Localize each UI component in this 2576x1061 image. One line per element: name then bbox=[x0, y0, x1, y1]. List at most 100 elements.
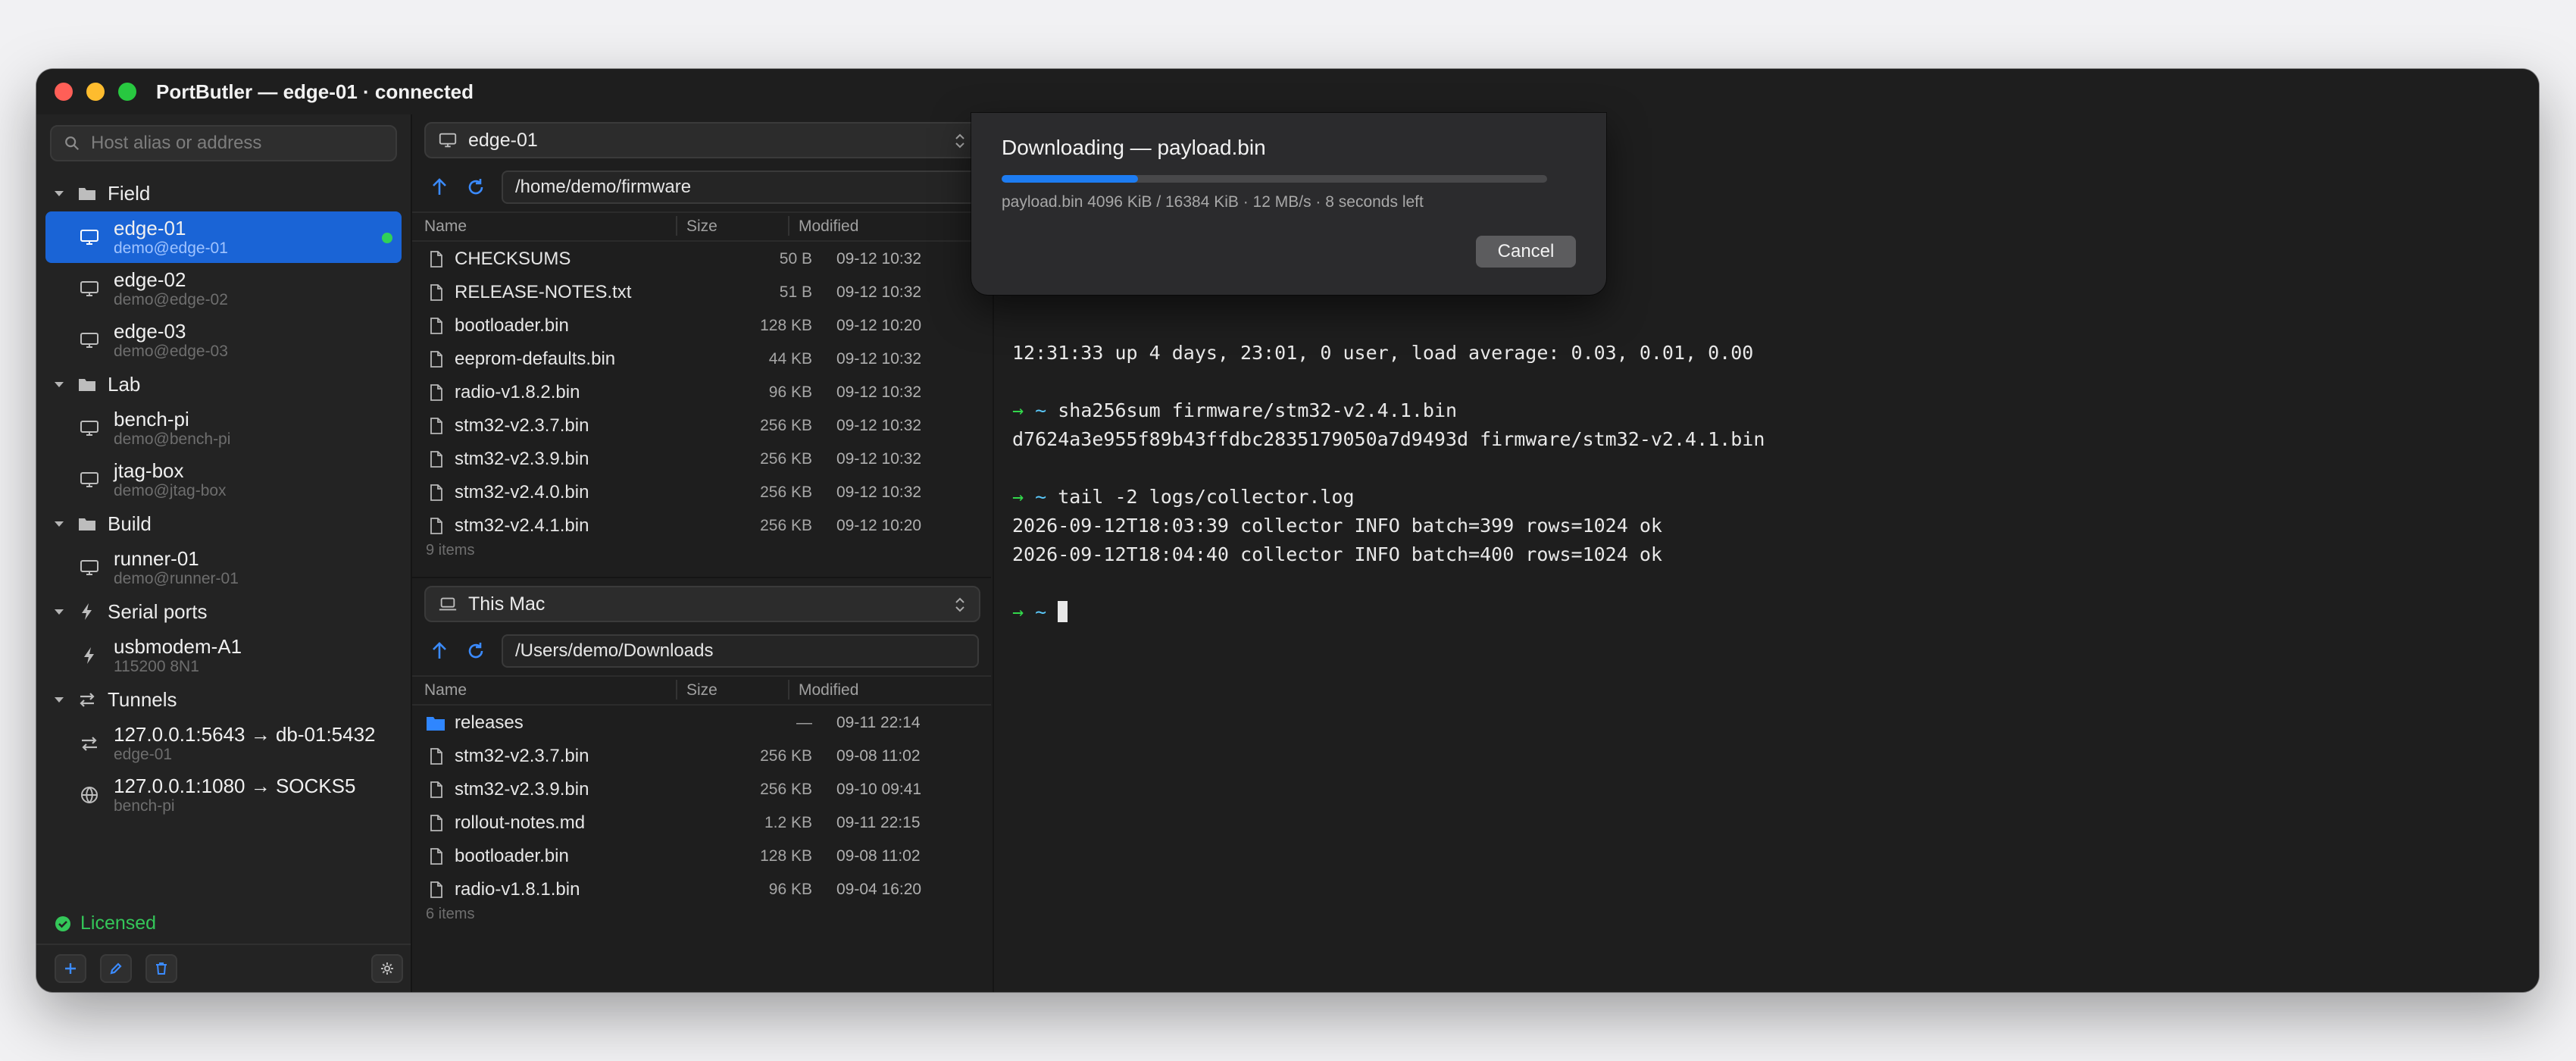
serial-port-name: usbmodem-A1 bbox=[114, 635, 242, 658]
serial-port-settings: 115200 8N1 bbox=[114, 658, 199, 675]
zoom-window-button[interactable] bbox=[118, 83, 136, 101]
chevron-down-icon[interactable] bbox=[52, 692, 67, 707]
item-count: 6 items bbox=[426, 906, 475, 922]
file-row[interactable]: stm32-v2.3.9.bin 256 KB 09-10 09:41 bbox=[412, 772, 991, 806]
host-item-edge-02[interactable]: edge-02 demo@edge-02 bbox=[45, 263, 402, 315]
folder-icon bbox=[79, 379, 95, 391]
search-icon bbox=[65, 136, 80, 151]
column-name[interactable]: Name bbox=[424, 681, 467, 700]
group-field[interactable]: Field bbox=[36, 175, 411, 211]
tunnel-item-socks5[interactable]: 127.0.0.1:1080 → SOCKS5 bench-pi bbox=[45, 769, 402, 821]
file-row[interactable]: bootloader.bin 128 KB 09-12 10:20 bbox=[412, 308, 991, 342]
refresh-icon[interactable] bbox=[465, 640, 486, 662]
file-row[interactable]: stm32-v2.4.0.bin 256 KB 09-12 10:32 bbox=[412, 475, 991, 509]
host-tree: Field edge-01 demo@edge-01 edge-02 demo@… bbox=[36, 175, 411, 821]
column-modified[interactable]: Modified bbox=[799, 681, 858, 700]
tunnel-item-db-01[interactable]: 127.0.0.1:5643 → db-01:5432 edge-01 bbox=[45, 718, 402, 769]
file-size: 256 KB bbox=[760, 417, 812, 434]
arrow-up-icon[interactable] bbox=[429, 177, 450, 198]
group-label: Lab bbox=[108, 372, 141, 396]
host-item-edge-01[interactable]: edge-01 demo@edge-01 bbox=[45, 211, 402, 263]
remote-path-field[interactable]: /home/demo/firmware bbox=[502, 171, 979, 204]
remote-path-bar: /home/demo/firmware bbox=[412, 166, 991, 208]
title-bar: PortButler — edge-01 · connected bbox=[36, 69, 2539, 114]
item-count: 9 items bbox=[426, 542, 475, 559]
file-size: 96 KB bbox=[768, 383, 812, 401]
group-lab[interactable]: Lab bbox=[36, 366, 411, 402]
file-size: 128 KB bbox=[760, 317, 812, 334]
local-host-selector[interactable]: This Mac bbox=[424, 586, 980, 622]
window-title: PortButler — edge-01 · connected bbox=[156, 80, 474, 103]
host-item-edge-03[interactable]: edge-03 demo@edge-03 bbox=[45, 315, 402, 366]
local-path-field[interactable]: /Users/demo/Downloads bbox=[502, 634, 979, 668]
chevron-down-icon[interactable] bbox=[52, 604, 67, 619]
host-item-runner-01[interactable]: runner-01 demo@runner-01 bbox=[45, 542, 402, 593]
file-name: stm32-v2.3.9.bin bbox=[455, 779, 589, 800]
group-serial-ports[interactable]: Serial ports bbox=[36, 593, 411, 630]
file-row[interactable]: bootloader.bin 128 KB 09-08 11:02 bbox=[412, 839, 991, 872]
file-row[interactable]: CHECKSUMS 50 B 09-12 10:32 bbox=[412, 242, 991, 275]
refresh-icon[interactable] bbox=[465, 177, 486, 198]
arrows-swap-icon bbox=[80, 693, 95, 707]
minimize-window-button[interactable] bbox=[86, 83, 105, 101]
terminal-command: sha256sum firmware/stm32-v2.4.1.bin bbox=[1058, 399, 1458, 421]
file-row[interactable]: releases — 09-11 22:14 bbox=[412, 706, 991, 739]
add-host-button[interactable] bbox=[55, 954, 86, 983]
cancel-button[interactable]: Cancel bbox=[1476, 236, 1576, 268]
file-name: stm32-v2.4.1.bin bbox=[455, 515, 589, 536]
host-address: demo@bench-pi bbox=[114, 430, 231, 448]
download-status: payload.bin 4096 KiB / 16384 KiB · 12 MB… bbox=[1002, 193, 1424, 211]
prompt-arrow: → bbox=[1012, 399, 1024, 421]
file-row[interactable]: radio-v1.8.1.bin 96 KB 09-04 16:20 bbox=[412, 872, 991, 906]
search-input[interactable] bbox=[89, 132, 380, 155]
window-controls bbox=[55, 83, 136, 101]
close-window-button[interactable] bbox=[55, 83, 73, 101]
edit-host-button[interactable] bbox=[100, 954, 132, 983]
file-size: — bbox=[796, 714, 812, 731]
host-search[interactable] bbox=[50, 125, 397, 161]
remote-file-list: CHECKSUMS 50 B 09-12 10:32 RELEASE-NOTES.tx… bbox=[412, 242, 991, 542]
arrow-up-icon[interactable] bbox=[429, 640, 450, 662]
column-size[interactable]: Size bbox=[686, 218, 717, 236]
chevron-down-icon[interactable] bbox=[52, 377, 67, 392]
file-name: stm32-v2.3.9.bin bbox=[455, 449, 589, 469]
host-item-jtag-box[interactable]: jtag-box demo@jtag-box bbox=[45, 454, 402, 505]
remote-host-selector[interactable]: edge-01 bbox=[424, 122, 980, 158]
file-icon bbox=[429, 747, 444, 765]
file-modified: 09-12 10:32 bbox=[836, 250, 922, 268]
column-modified[interactable]: Modified bbox=[799, 218, 858, 236]
terminal-line: 2026-09-12T18:03:39 collector INFO batch… bbox=[1012, 515, 1662, 537]
file-icon bbox=[429, 881, 444, 899]
file-modified: 09-12 10:32 bbox=[836, 283, 922, 301]
chevron-down-icon[interactable] bbox=[52, 186, 67, 201]
terminal-prompt-line: → ~ bbox=[1012, 601, 1068, 623]
file-row[interactable]: stm32-v2.3.9.bin 256 KB 09-12 10:32 bbox=[412, 442, 991, 475]
column-size[interactable]: Size bbox=[686, 681, 717, 700]
file-row[interactable]: stm32-v2.3.7.bin 256 KB 09-08 11:02 bbox=[412, 739, 991, 772]
file-name: rollout-notes.md bbox=[455, 812, 586, 833]
serial-item-usbmodem-a1[interactable]: usbmodem-A1 115200 8N1 bbox=[45, 630, 402, 681]
settings-button[interactable] bbox=[371, 954, 403, 983]
file-icon bbox=[429, 383, 444, 402]
file-row[interactable]: RELEASE-NOTES.txt 51 B 09-12 10:32 bbox=[412, 275, 991, 308]
file-row[interactable]: stm32-v2.4.1.bin 256 KB 09-12 10:20 bbox=[412, 509, 991, 542]
file-name: stm32-v2.4.0.bin bbox=[455, 482, 589, 502]
host-item-bench-pi[interactable]: bench-pi demo@bench-pi bbox=[45, 402, 402, 454]
prompt-arrow: → bbox=[1012, 486, 1024, 508]
tunnel-via: edge-01 bbox=[114, 746, 173, 763]
delete-host-button[interactable] bbox=[145, 954, 177, 983]
chevron-down-icon[interactable] bbox=[52, 516, 67, 531]
group-build[interactable]: Build bbox=[36, 505, 411, 542]
column-name[interactable]: Name bbox=[424, 218, 467, 236]
license-label: Licensed bbox=[80, 912, 157, 934]
pencil-icon bbox=[110, 962, 122, 975]
file-row[interactable]: stm32-v2.3.7.bin 256 KB 09-12 10:32 bbox=[412, 408, 991, 442]
group-tunnels[interactable]: Tunnels bbox=[36, 681, 411, 718]
host-name: runner-01 bbox=[114, 547, 199, 570]
file-row[interactable]: eeprom-defaults.bin 44 KB 09-12 10:32 bbox=[412, 342, 991, 375]
file-row[interactable]: rollout-notes.md 1.2 KB 09-11 22:15 bbox=[412, 806, 991, 839]
download-progress-sheet: Downloading — payload.bin payload.bin 40… bbox=[971, 113, 1606, 295]
file-row[interactable]: radio-v1.8.2.bin 96 KB 09-12 10:32 bbox=[412, 375, 991, 408]
monitor-icon bbox=[80, 472, 98, 487]
gear-icon bbox=[381, 962, 393, 975]
